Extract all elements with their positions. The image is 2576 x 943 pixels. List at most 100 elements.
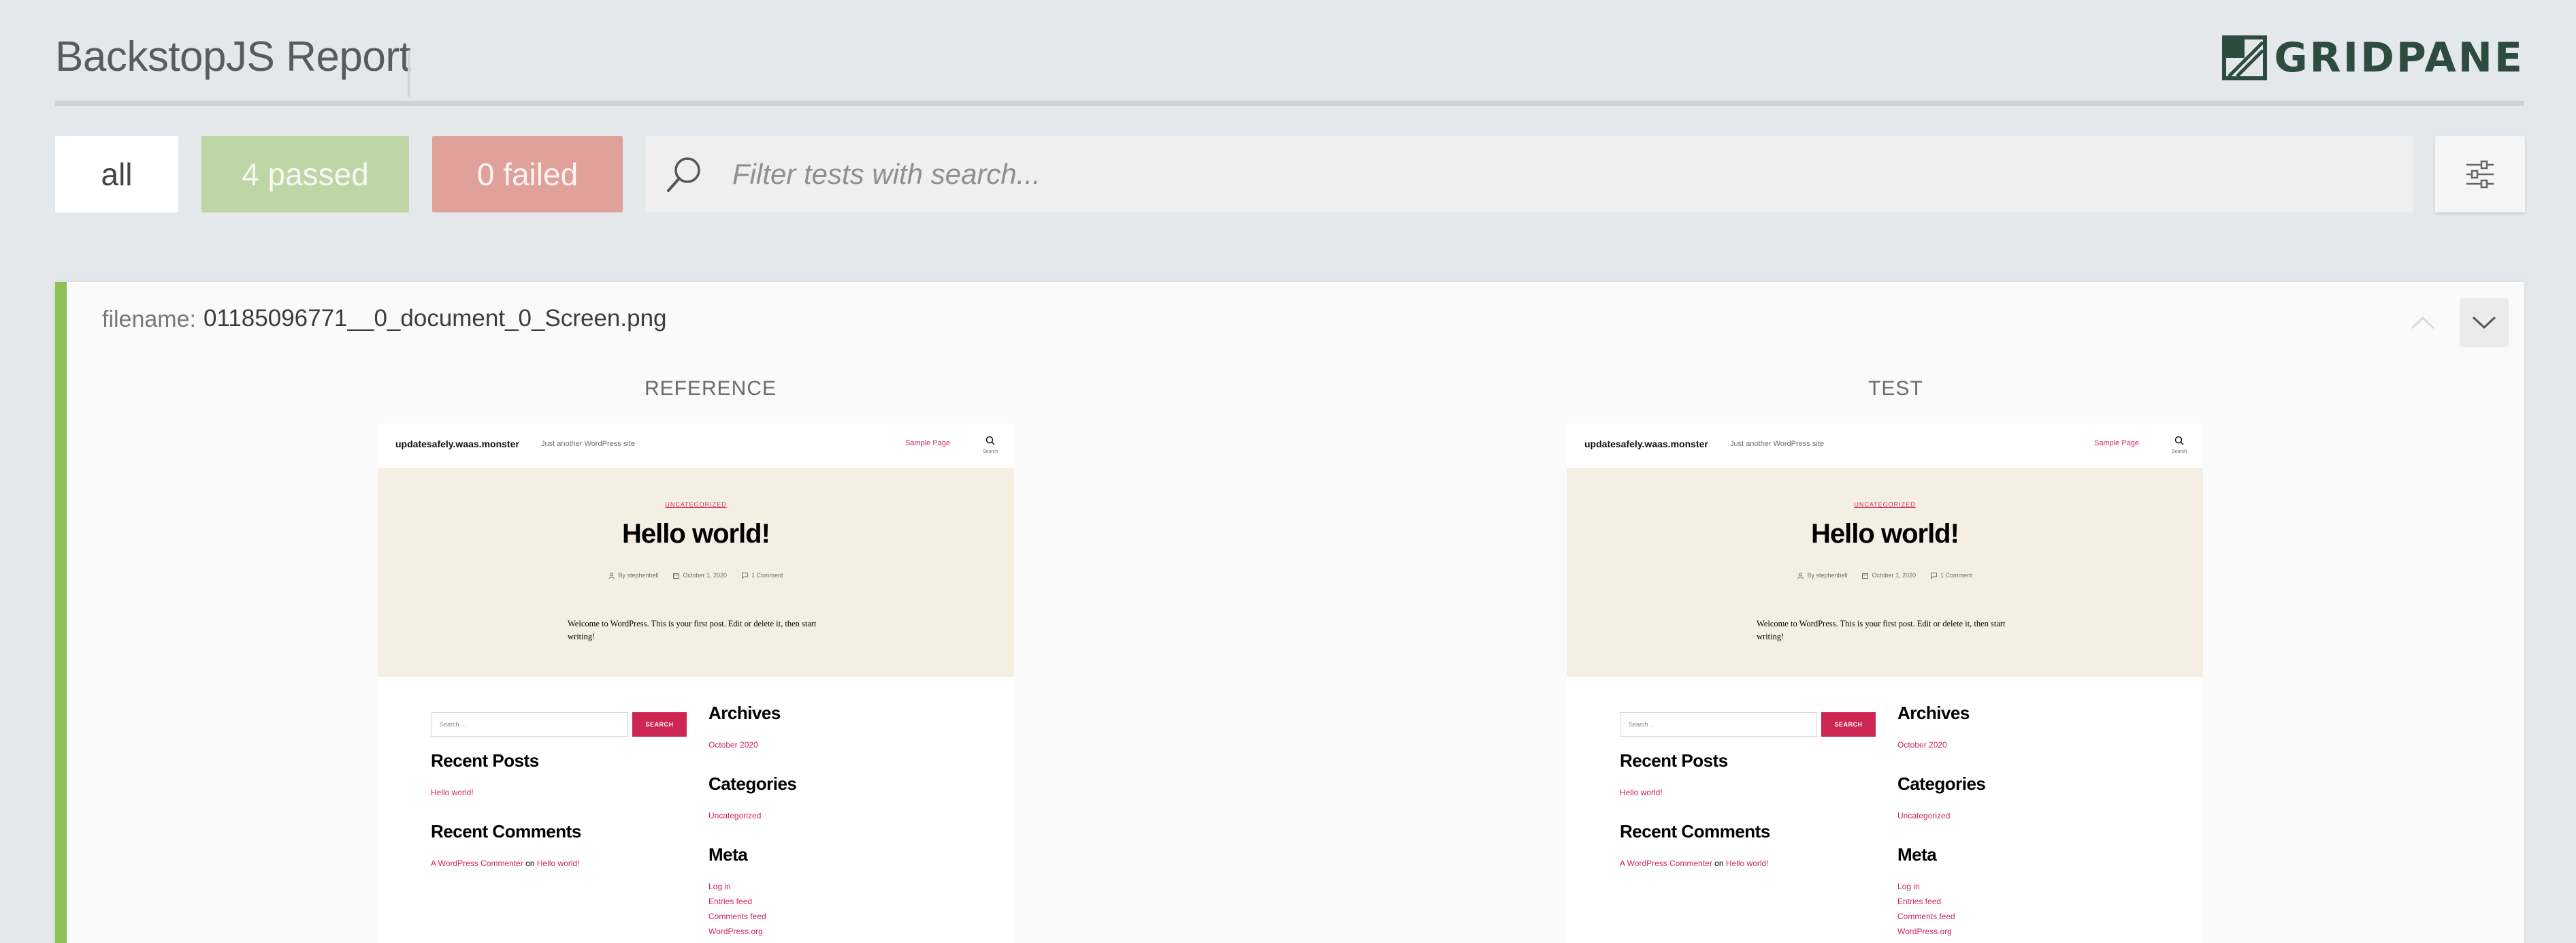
- post-author-text: By stephenbell: [1807, 572, 1848, 579]
- site-menu-item: Sample Page: [2094, 439, 2140, 447]
- category-link: Uncategorized: [708, 811, 762, 820]
- recent-comment: A WordPress Commenter on Hello world!: [431, 859, 580, 868]
- settings-button[interactable]: [2435, 136, 2525, 212]
- meta-heading: Meta: [1897, 844, 1937, 865]
- widget-search: Search ... SEARCH: [431, 712, 687, 737]
- widget-search-input: Search ...: [431, 712, 628, 737]
- filter-all-button[interactable]: all: [55, 136, 178, 212]
- page-title: BackstopJS Report: [55, 33, 411, 80]
- site-header: updatesafely.waas.monster Just another W…: [1567, 423, 2203, 468]
- post-category: UNCATEGORIZED: [665, 501, 727, 508]
- site-title: updatesafely.waas.monster: [1584, 438, 1708, 449]
- calendar-icon: [673, 573, 680, 579]
- gridpane-logo: GRIDPANE: [2222, 34, 2524, 82]
- archive-link: October 2020: [1897, 740, 1947, 750]
- filter-failed-button[interactable]: 0 failed: [432, 136, 623, 212]
- meta-link: Comments feed: [708, 912, 766, 921]
- post-excerpt: Welcome to WordPress. This is your first…: [568, 619, 817, 641]
- categories-heading: Categories: [708, 773, 797, 794]
- post-comments: 1 Comment: [742, 572, 783, 579]
- filter-passed-button[interactable]: 4 passed: [201, 136, 409, 212]
- post-author: By stephenbell: [1797, 572, 1847, 579]
- category-link: Uncategorized: [1897, 811, 1951, 820]
- reference-label: REFERENCE: [645, 377, 777, 400]
- title-divider: [408, 50, 410, 97]
- widget-search-button: SEARCH: [1821, 712, 1876, 737]
- meta-link: Entries feed: [708, 897, 753, 906]
- recent-comments-heading: Recent Comments: [1620, 821, 1770, 842]
- search-bar: [645, 136, 2413, 212]
- recent-post-link: Hello world!: [431, 788, 474, 797]
- archives-heading: Archives: [708, 703, 781, 723]
- search-icon: [2174, 436, 2184, 445]
- test-card: filename: 01185096771__0_document_0_Scre…: [55, 282, 2524, 943]
- post-excerpt: Welcome to WordPress. This is your first…: [1757, 619, 2006, 641]
- comment-author-link: A WordPress Commenter: [1620, 859, 1712, 868]
- post-meta: By stephenbell October 1, 2020 1 Comment: [378, 572, 1014, 579]
- site-description: Just another WordPress site: [1730, 440, 1824, 448]
- recent-post-link: Hello world!: [1620, 788, 1663, 797]
- post-author-text: By stephenbell: [618, 572, 659, 579]
- next-button[interactable]: [2460, 298, 2509, 347]
- post-meta: By stephenbell October 1, 2020 1 Comment: [1567, 572, 2203, 579]
- widget-search-input: Search ...: [1620, 712, 1817, 737]
- comment-post-link: Hello world!: [1725, 859, 1769, 868]
- meta-link: Log in: [708, 882, 731, 891]
- reference-screenshot[interactable]: updatesafely.waas.monster Just another W…: [378, 423, 1014, 943]
- post-hero: UNCATEGORIZED Hello world! By stephenbel…: [378, 468, 1014, 677]
- report-header: BackstopJS Report GRIDPANE: [55, 0, 2524, 109]
- pass-status-bar: [55, 282, 67, 943]
- post-date-text: October 1, 2020: [683, 572, 728, 579]
- recent-comments-heading: Recent Comments: [431, 821, 581, 842]
- site-description: Just another WordPress site: [541, 440, 635, 448]
- search-icon: [667, 157, 700, 192]
- comment-icon: [742, 572, 749, 579]
- footer-widgets: Search ... SEARCH Recent Posts Hello wor…: [378, 677, 1014, 943]
- chevron-down-icon: [2472, 316, 2496, 330]
- site-header: updatesafely.waas.monster Just another W…: [378, 423, 1014, 468]
- site-menu-item: Sample Page: [905, 439, 951, 447]
- site-title: updatesafely.waas.monster: [395, 438, 519, 449]
- comment-on-text: on: [525, 859, 535, 868]
- footer-widgets: Search ... SEARCH Recent Posts Hello wor…: [1567, 677, 2203, 943]
- post-category: UNCATEGORIZED: [1854, 501, 1916, 508]
- site-search-label: Search: [982, 449, 998, 454]
- user-icon: [608, 572, 615, 579]
- meta-heading: Meta: [708, 844, 748, 865]
- test-screenshot[interactable]: updatesafely.waas.monster Just another W…: [1567, 423, 2203, 943]
- site-search-toggle: Search: [2170, 436, 2188, 454]
- archive-link: October 2020: [708, 740, 758, 750]
- post-comments-text: 1 Comment: [751, 572, 783, 579]
- previous-button[interactable]: [2400, 298, 2446, 347]
- post-date-text: October 1, 2020: [1872, 572, 1917, 579]
- search-input[interactable]: [732, 136, 2413, 212]
- test-label: TEST: [1868, 377, 1923, 400]
- comment-icon: [1931, 572, 1938, 579]
- recent-comment: A WordPress Commenter on Hello world!: [1620, 859, 1769, 868]
- post-title: Hello world!: [622, 519, 770, 549]
- archives-heading: Archives: [1897, 703, 1970, 723]
- user-icon: [1797, 572, 1804, 579]
- comment-author-link: A WordPress Commenter: [431, 859, 523, 868]
- recent-posts-heading: Recent Posts: [1620, 750, 1728, 771]
- filename-label: filename:: [102, 306, 196, 332]
- meta-link: WordPress.org: [708, 927, 763, 936]
- widget-search-button: SEARCH: [632, 712, 687, 737]
- meta-link: Comments feed: [1897, 912, 1955, 921]
- widget-search: Search ... SEARCH: [1620, 712, 1876, 737]
- post-hero: UNCATEGORIZED Hello world! By stephenbel…: [1567, 468, 2203, 677]
- gridpane-logo-icon: [2222, 35, 2268, 80]
- meta-link: WordPress.org: [1897, 927, 1952, 936]
- post-date: October 1, 2020: [673, 572, 727, 579]
- recent-posts-heading: Recent Posts: [431, 750, 539, 771]
- categories-heading: Categories: [1897, 773, 1986, 794]
- site-search-label: Search: [2171, 449, 2187, 454]
- sliders-icon: [2466, 160, 2494, 189]
- header-divider: [55, 101, 2524, 106]
- search-icon: [985, 436, 995, 445]
- meta-link: Log in: [1897, 882, 1920, 891]
- chevron-up-icon: [2411, 316, 2435, 330]
- meta-link: Entries feed: [1897, 897, 1942, 906]
- post-title: Hello world!: [1811, 519, 1959, 549]
- site-search-toggle: Search: [981, 436, 999, 454]
